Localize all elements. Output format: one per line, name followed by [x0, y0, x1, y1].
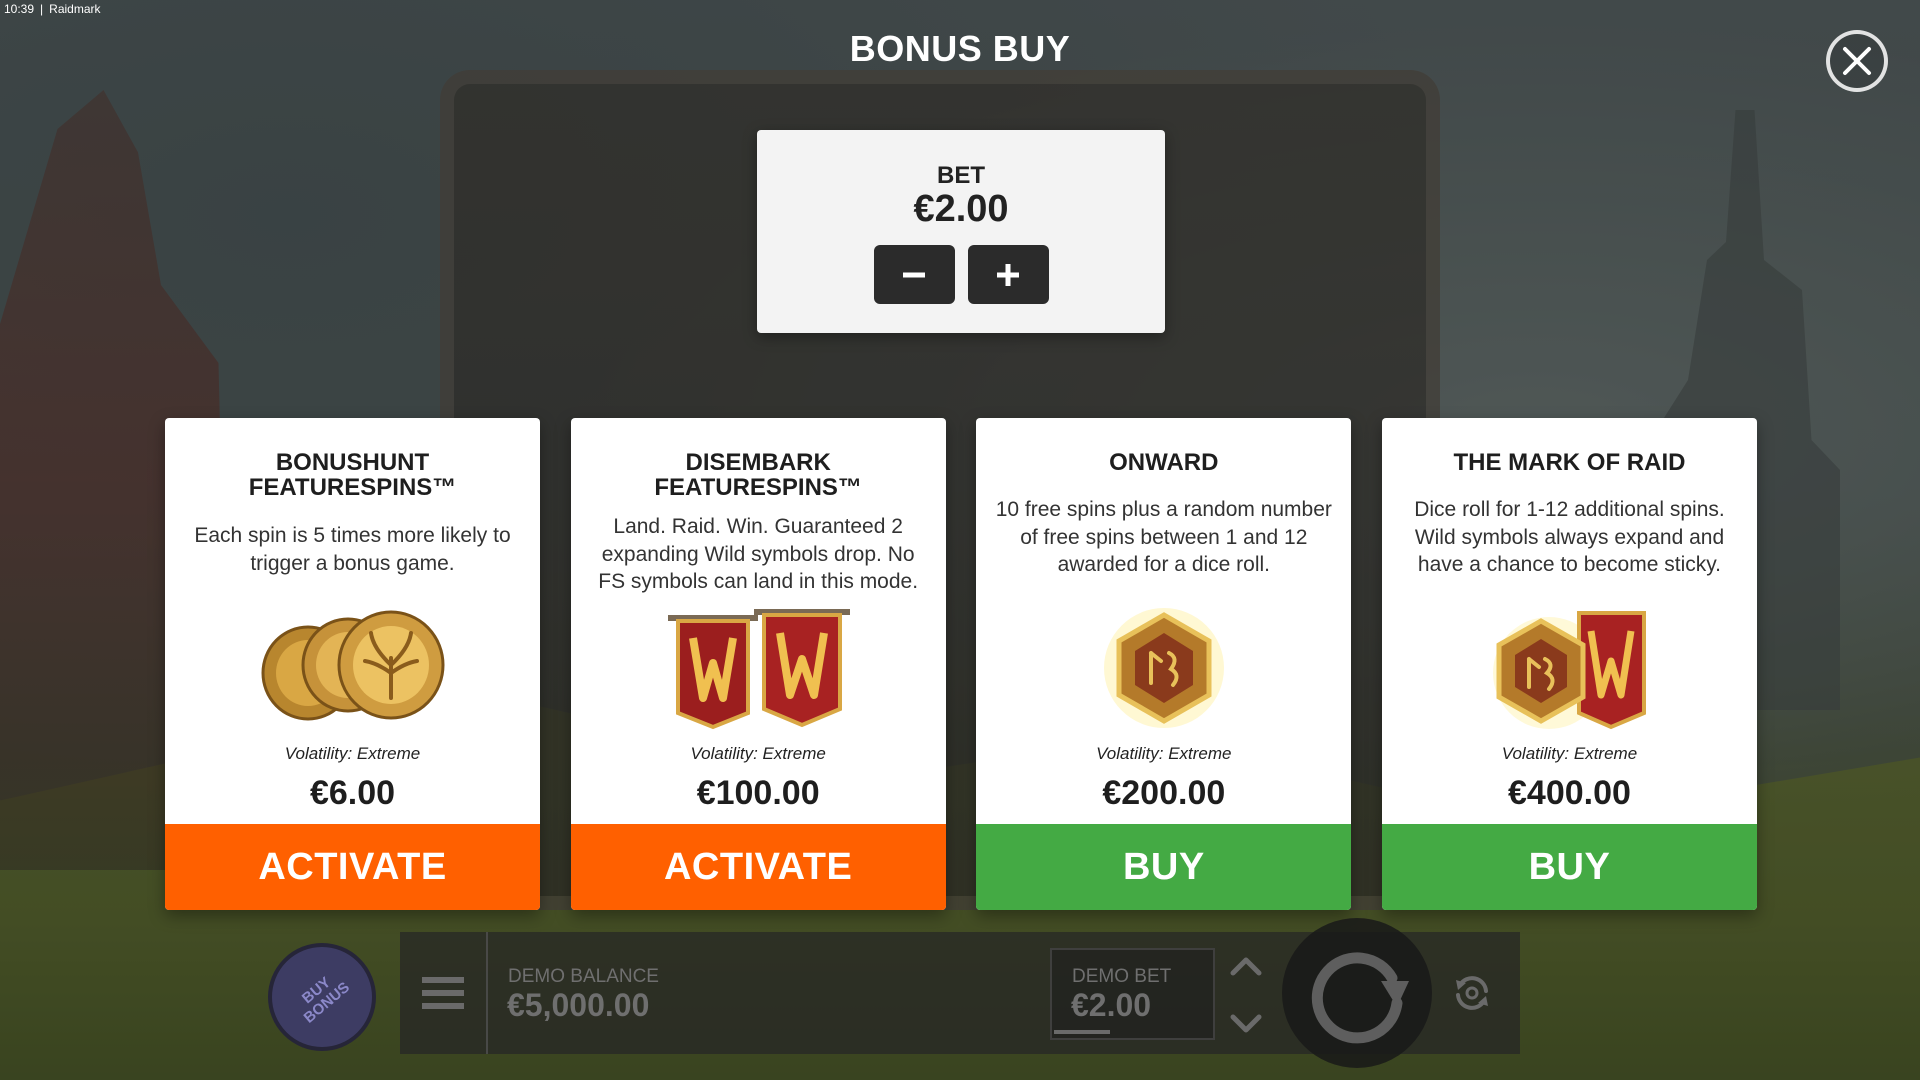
card-volatility: Volatility: Extreme: [284, 744, 421, 763]
chevron-up-icon[interactable]: [1229, 955, 1263, 977]
card-volatility: Volatility: Extreme: [690, 744, 826, 763]
chevron-down-icon[interactable]: [1229, 1013, 1263, 1035]
card-art: [1382, 598, 1757, 738]
activate-button[interactable]: ACTIVATE: [165, 824, 540, 910]
card-description: Dice roll for 1-12 additional spins. Wil…: [1414, 498, 1725, 576]
bet-controls: [757, 245, 1165, 304]
card-title: THE MARK OF RAID: [1453, 449, 1686, 476]
minus-icon: [903, 272, 925, 277]
card-price: €100.00: [696, 774, 820, 812]
buy-bonus-label: BUY BONUS: [298, 973, 354, 1027]
bonus-card-onward: ONWARD 10 free spins plus a random numbe…: [976, 418, 1352, 910]
card-art: [571, 598, 946, 738]
buy-button[interactable]: BUY: [1381, 824, 1757, 910]
card-price: €6.00: [309, 774, 396, 812]
demo-bet-label: DEMO BET: [1072, 966, 1172, 987]
bet-increase-button[interactable]: [967, 245, 1049, 304]
card-description: Each spin is 5 times more likely to trig…: [194, 524, 511, 575]
status-time: 10:39: [4, 2, 35, 16]
balance-value: €5,000.00: [507, 987, 650, 1023]
autoplay-icon: [1456, 976, 1488, 1010]
bonus-card-disembark: DISEMBARK FEATURESPINS™ Land. Raid. Win.…: [570, 418, 946, 910]
autoplay-button[interactable]: [1444, 965, 1500, 1021]
status-separator: |: [40, 2, 44, 16]
bet-decrease-button[interactable]: [873, 245, 955, 304]
card-price: €200.00: [1102, 774, 1226, 812]
spin-button[interactable]: [1282, 918, 1432, 1068]
bonus-options: BONUSHUNT FEATURESPINS™ Each spin is 5 t…: [165, 418, 1757, 910]
balance-label: DEMO BALANCE: [508, 966, 659, 987]
status-bar: 10:39 | Raidmark: [4, 2, 101, 16]
buy-bonus-button[interactable]: BUY BONUS: [268, 943, 376, 1051]
spin-icon: [1311, 952, 1409, 1044]
bonus-card-bonushunt: BONUSHUNT FEATURESPINS™ Each spin is 5 t…: [165, 418, 540, 910]
close-button[interactable]: [1826, 30, 1888, 92]
menu-icon: [422, 977, 464, 1009]
card-art: [976, 598, 1351, 738]
card-title: ONWARD: [1109, 449, 1219, 476]
card-volatility: Volatility: Extreme: [1501, 744, 1638, 763]
card-price: €400.00: [1508, 774, 1631, 812]
card-art: [165, 598, 540, 738]
status-app-name: Raidmark: [49, 2, 101, 16]
card-volatility: Volatility: Extreme: [1096, 744, 1232, 763]
menu-button[interactable]: [400, 932, 488, 1054]
gold-coins-icon: [261, 610, 444, 721]
buy-button[interactable]: BUY: [976, 824, 1352, 910]
bonus-card-mark-of-raid: THE MARK OF RAID Dice roll for 1-12 addi…: [1381, 418, 1757, 910]
dice-and-banner-icon: [1493, 611, 1647, 730]
wild-banners-icon: [668, 609, 851, 730]
demo-bet-value: €2.00: [1071, 987, 1152, 1023]
plus-icon: [997, 263, 1019, 286]
bet-adjust-arrows: [1218, 955, 1274, 1035]
rune-dice-icon: [1103, 608, 1224, 728]
bet-value: €2.00: [913, 188, 1009, 230]
card-title: BONUSHUNT FEATURESPINS™: [248, 449, 457, 501]
page-title: BONUS BUY: [849, 28, 1071, 69]
card-description: Land. Raid. Win. Guaranteed 2 expanding …: [598, 515, 919, 593]
bet-panel: BET €2.00: [757, 130, 1165, 333]
card-title: DISEMBARK FEATURESPINS™: [654, 449, 862, 501]
demo-bet-underline: [1054, 1030, 1110, 1034]
close-icon: [1843, 47, 1871, 75]
bet-label: BET: [937, 162, 985, 189]
card-description: 10 free spins plus a random number of fr…: [995, 498, 1332, 576]
activate-button[interactable]: ACTIVATE: [570, 824, 946, 910]
